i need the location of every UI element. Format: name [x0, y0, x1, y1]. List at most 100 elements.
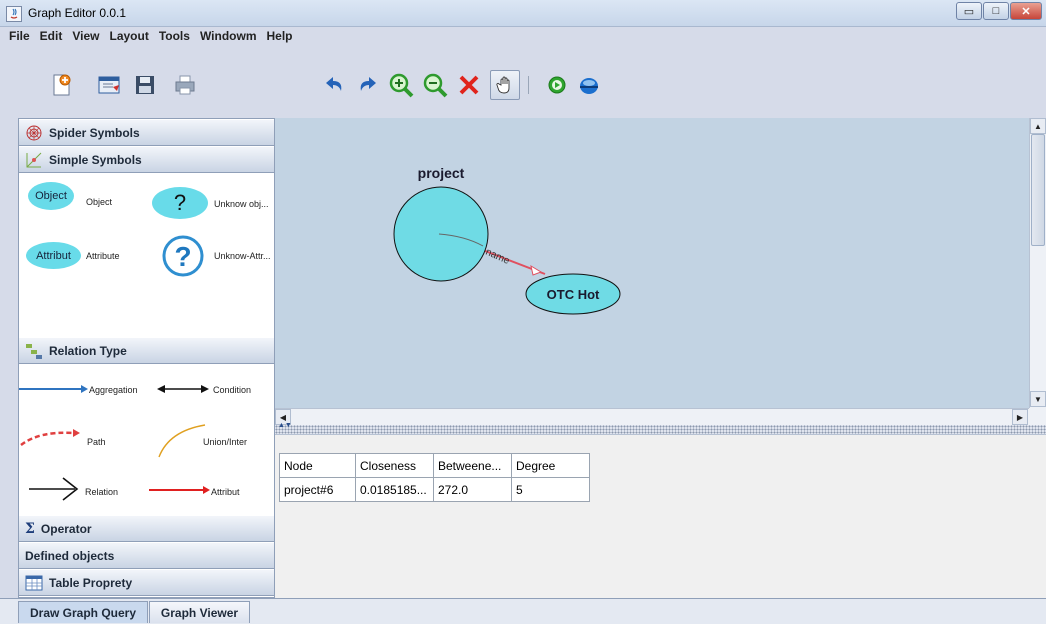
simple-symbols-icon [26, 152, 42, 167]
arrow-up-icon: ▲ [1034, 121, 1042, 131]
save-button[interactable] [130, 70, 160, 100]
menu-help[interactable]: Help [262, 27, 298, 45]
scroll-up-button[interactable]: ▲ [1030, 118, 1046, 134]
menu-bar: File Edit View Layout Tools Windowm Help [0, 27, 1046, 45]
redo-button[interactable] [352, 70, 382, 100]
object-symbol[interactable]: Object [28, 182, 74, 210]
cell-degree[interactable]: 5 [511, 477, 590, 502]
relation-type-icon [26, 343, 42, 359]
close-button[interactable]: ✕ [1010, 2, 1042, 20]
condition-line[interactable] [157, 381, 209, 397]
import-button[interactable] [94, 70, 124, 100]
tab-label: Graph Viewer [160, 605, 239, 620]
relation-arrow[interactable] [27, 475, 81, 503]
aggregation-line[interactable] [19, 381, 89, 397]
pan-button[interactable] [490, 70, 520, 100]
unknown-object-symbol[interactable]: ? [152, 187, 208, 219]
zoom-out-button[interactable] [420, 70, 450, 100]
union-label: Union/Inter [203, 437, 248, 447]
run-icon [548, 76, 566, 94]
section-label: Relation Type [49, 343, 127, 358]
column-header-node[interactable]: Node [279, 453, 356, 478]
unknown-attribute-symbol[interactable]: ? [161, 234, 205, 278]
section-table-property[interactable]: Table Proprety [19, 569, 274, 596]
collapse-arrows-icon: ▲▼ [278, 422, 292, 429]
java-app-icon [6, 6, 22, 22]
arrow-left-icon: ◀ [279, 412, 287, 422]
section-operator[interactable]: Σ Operator [19, 515, 274, 542]
menu-window[interactable]: Windowm [195, 27, 262, 45]
edge-arrowhead [530, 264, 543, 276]
menu-tools[interactable]: Tools [154, 27, 195, 45]
attribute-symbol-label: Attribute [86, 251, 120, 261]
minimize-button[interactable]: ▭ [956, 2, 982, 20]
tab-graph-viewer[interactable]: Graph Viewer [149, 601, 250, 623]
vertical-scroll-thumb[interactable] [1031, 134, 1045, 246]
graph-canvas[interactable]: name OTC Hot project [275, 118, 1029, 408]
menu-file[interactable]: File [4, 27, 35, 45]
import-icon [98, 76, 120, 94]
symbol-palette: Spider Symbols Simple Symbols Object Obj… [18, 118, 275, 598]
cell-closeness[interactable]: 0.0185185... [355, 477, 434, 502]
new-document-icon [53, 74, 71, 96]
project-label: project [418, 165, 465, 181]
otc-hot-label: OTC Hot [547, 287, 600, 302]
section-simple-symbols[interactable]: Simple Symbols [19, 146, 274, 173]
new-document-button[interactable] [46, 70, 76, 100]
tab-draw-graph-query[interactable]: Draw Graph Query [18, 601, 148, 623]
horizontal-scrollbar[interactable]: ◀ ▶ [275, 408, 1029, 425]
zoom-in-button[interactable] [386, 70, 416, 100]
print-icon [175, 75, 195, 95]
undo-icon [326, 77, 342, 91]
window-title: Graph Editor 0.0.1 [28, 6, 127, 20]
cell-betweenness[interactable]: 272.0 [433, 477, 512, 502]
column-header-degree[interactable]: Degree [511, 453, 590, 478]
toolbar-separator [528, 76, 529, 94]
maximize-button[interactable]: □ [983, 2, 1009, 20]
scroll-corner [1029, 408, 1046, 425]
menu-layout[interactable]: Layout [104, 27, 153, 45]
undo-button[interactable] [320, 70, 350, 100]
bottom-tab-bar: Draw Graph Query Graph Viewer [0, 598, 1046, 624]
union-curve[interactable] [157, 423, 207, 459]
section-relation-type[interactable]: Relation Type [19, 337, 274, 364]
path-label: Path [87, 437, 106, 447]
minimize-icon: ▭ [963, 5, 975, 18]
edge-label: name [484, 247, 512, 267]
condition-label: Condition [213, 385, 252, 395]
section-label: Operator [40, 521, 92, 536]
node-statistics-table: Node Closeness Betweene... Degree projec… [279, 453, 590, 502]
split-divider[interactable]: ▲▼ [275, 422, 1046, 434]
aggregation-label: Aggregation [89, 385, 138, 395]
arrow-down-icon: ▼ [1034, 394, 1042, 404]
attribute-symbol[interactable]: Attribut [26, 242, 81, 269]
table-header-row: Node Closeness Betweene... Degree [279, 453, 590, 478]
scroll-down-button[interactable]: ▼ [1030, 391, 1046, 407]
run-button[interactable] [542, 70, 572, 100]
zoom-in-icon [389, 73, 414, 98]
object-symbol-label: Object [86, 197, 113, 207]
menu-view[interactable]: View [67, 27, 104, 45]
arrow-right-icon: ▶ [1016, 412, 1024, 422]
section-defined-objects[interactable]: Defined objects [19, 542, 274, 569]
path-line[interactable] [19, 425, 81, 447]
attribut-line[interactable] [149, 483, 211, 497]
section-spider-symbols[interactable]: Spider Symbols [19, 119, 274, 146]
menu-edit[interactable]: Edit [35, 27, 68, 45]
scroll-right-button[interactable]: ▶ [1012, 409, 1028, 425]
print-button[interactable] [170, 70, 200, 100]
delete-button[interactable] [454, 70, 484, 100]
table-icon [25, 575, 43, 590]
table-row[interactable]: project#6 0.0185185... 272.0 5 [279, 477, 590, 502]
column-header-betweenness[interactable]: Betweene... [433, 453, 512, 478]
question-mark-icon: ? [173, 190, 187, 215]
vertical-scrollbar[interactable]: ▲ ▼ [1029, 118, 1046, 408]
globe-button[interactable] [574, 70, 604, 100]
close-icon: ✕ [1021, 5, 1031, 18]
column-header-closeness[interactable]: Closeness [355, 453, 434, 478]
maximize-icon: □ [992, 5, 1000, 17]
cell-node[interactable]: project#6 [279, 477, 356, 502]
unknown-attribute-label: Unknow-Attr... [214, 251, 271, 261]
section-label: Table Proprety [49, 575, 133, 590]
zoom-out-icon [423, 73, 448, 98]
